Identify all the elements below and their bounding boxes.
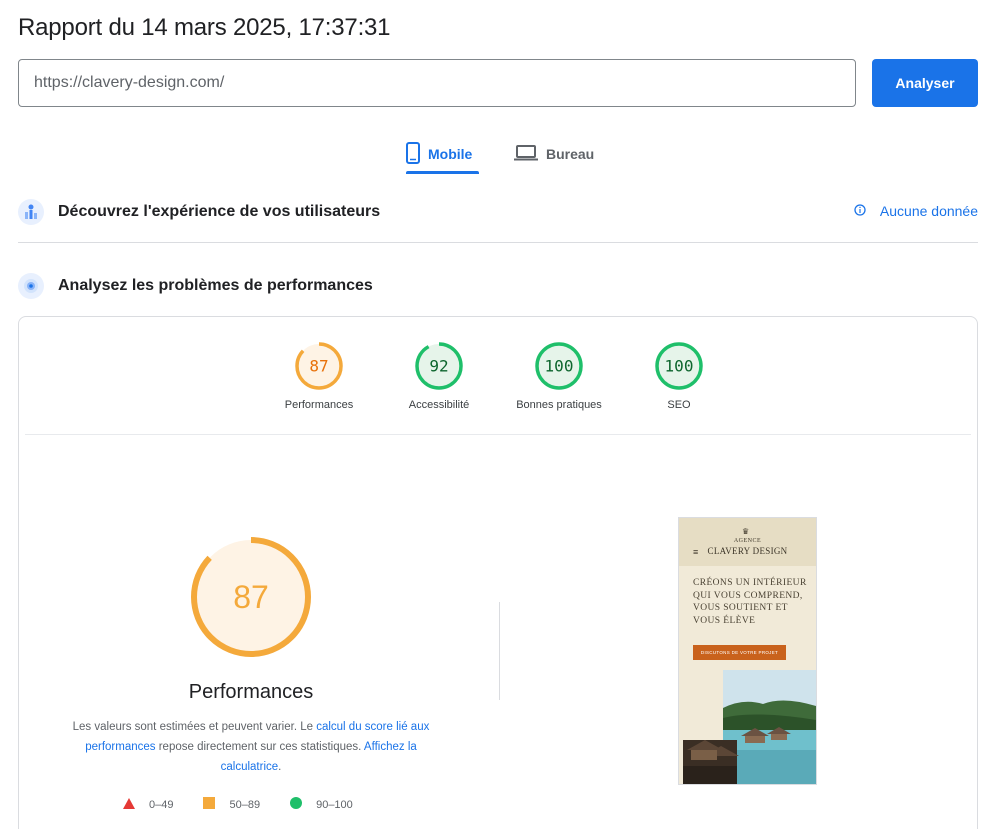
legend-item-fail: 0–49: [123, 797, 174, 812]
disclaimer-text-1: Les valeurs sont estimées et peuvent var…: [72, 721, 317, 733]
page-screenshot-preview[interactable]: ♛ AGENCE CLAVERY DESIGN ≡ CRÉONS UN INTÉ…: [678, 517, 817, 785]
score-ring: 100: [535, 342, 583, 390]
tab-bureau-label: Bureau: [546, 146, 595, 162]
no-data-link[interactable]: Aucune donnée: [854, 203, 978, 219]
active-tab-indicator: [406, 171, 479, 174]
card-divider: [25, 434, 971, 435]
score-value: 87: [309, 357, 328, 376]
resort-photo: [683, 670, 816, 784]
disclaimer-text-3: .: [278, 761, 282, 773]
vertical-separator: [499, 602, 500, 700]
scores-card: 87 Performances 92 Accessibilité 100 Bonnes p…: [18, 316, 978, 829]
preview-headline: CRÉONS UN INTÉRIEUR QUI VOUS COMPREND, V…: [693, 578, 807, 626]
preview-brand: CLAVERY DESIGN: [707, 546, 788, 556]
legend-pass-range: 90–100: [316, 798, 353, 811]
analyze-button[interactable]: Analyser: [872, 59, 978, 107]
tab-bureau[interactable]: Bureau: [514, 134, 594, 174]
report-title: Rapport du 14 mars 2025, 17:37:31: [18, 14, 391, 41]
score-value: 92: [429, 357, 448, 376]
section-divider: [18, 242, 978, 243]
score-label: Accessibilité: [408, 399, 470, 411]
preview-cta: DISCUTONS DE VOTRE PROJET: [693, 645, 786, 660]
experience-section-header[interactable]: Découvrez l'expérience de vos utilisateu…: [18, 195, 978, 229]
score-label: Bonnes pratiques: [516, 399, 602, 411]
tab-mobile-label: Mobile: [428, 146, 473, 162]
main-score-value: 87: [233, 579, 269, 615]
experience-section-title: Découvrez l'expérience de vos utilisateu…: [58, 203, 381, 220]
legend-item-average: 50–89: [203, 797, 260, 812]
preview-agency-label: AGENCE: [733, 538, 762, 544]
score-legend: 0–49 50–89 90–100: [123, 797, 353, 812]
score-gauge-performances[interactable]: 87 Performances: [259, 341, 379, 411]
no-data-label: Aucune donnée: [879, 203, 978, 219]
score-gauge-accessibilit-[interactable]: 92 Accessibilité: [379, 341, 499, 411]
score-disclaimer: Les valeurs sont estimées et peuvent var…: [71, 717, 431, 777]
triangle-icon: [123, 797, 135, 812]
circle-icon: [290, 797, 303, 812]
score-gauge-seo[interactable]: 100 SEO: [619, 341, 739, 411]
user-experience-icon: [18, 199, 44, 225]
legend-average-range: 50–89: [229, 798, 261, 811]
score-value: 100: [665, 357, 694, 376]
performance-main-label: Performances: [188, 681, 314, 703]
url-input[interactable]: [18, 59, 856, 107]
diagnostics-section-title: Analysez les problèmes de performances: [58, 277, 373, 294]
info-icon: [854, 203, 866, 219]
score-value: 100: [545, 357, 574, 376]
device-tabs: Mobile Bureau: [0, 134, 993, 174]
disclaimer-text-2: repose directement sur ces statistiques.: [155, 741, 364, 753]
score-ring: 100: [655, 342, 703, 390]
crown-logo-icon: ♛: [742, 527, 750, 536]
laptop-icon: [514, 144, 538, 164]
tab-mobile[interactable]: Mobile: [406, 134, 472, 174]
smartphone-icon: [406, 141, 420, 167]
square-icon: [203, 797, 216, 812]
score-label: Performances: [284, 399, 354, 411]
legend-item-pass: 90–100: [290, 797, 353, 812]
score-gauge-bonnes-pratiques[interactable]: 100 Bonnes pratiques: [499, 341, 619, 411]
diagnostics-icon: [18, 273, 44, 299]
legend-fail-range: 0–49: [149, 798, 174, 811]
performance-main-gauge: 87: [191, 537, 311, 657]
diagnostics-section-header: Analysez les problèmes de performances: [18, 269, 978, 303]
score-ring: 92: [415, 342, 463, 390]
score-ring: 87: [295, 342, 343, 390]
hamburger-menu-icon: ≡: [693, 547, 699, 557]
score-label: SEO: [667, 399, 691, 411]
